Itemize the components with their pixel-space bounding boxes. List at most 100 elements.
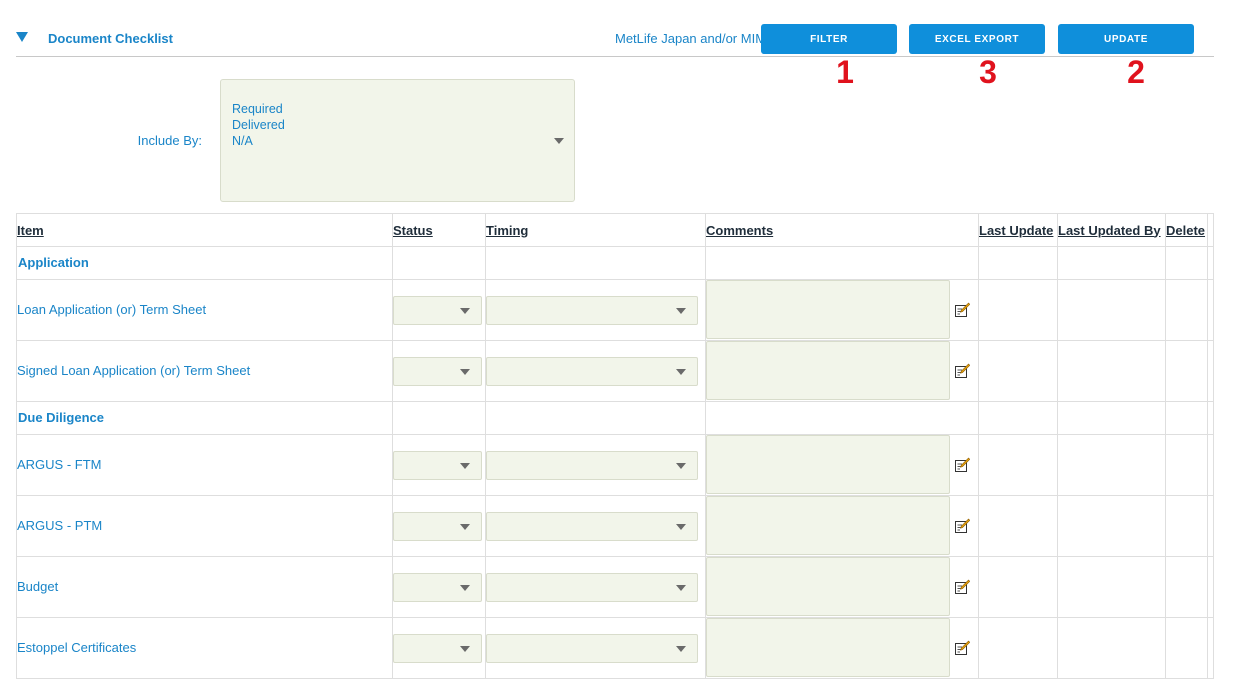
spacer-cell [1207,495,1214,557]
status-dropdown[interactable] [393,450,482,480]
caret-down-icon [676,307,686,314]
caret-down-icon [460,584,470,591]
item-name-link[interactable]: Budget [17,579,58,594]
group-cell: Due Diligence [16,401,393,435]
status-dropdown[interactable] [393,633,482,663]
delete-cell[interactable] [1165,434,1208,496]
delete-cell[interactable] [1165,556,1208,618]
comment-textarea[interactable] [706,435,950,494]
spacer-cell [1207,279,1214,341]
last-update-cell [978,340,1058,402]
annotation-marker-update: 2 [1127,54,1145,90]
collapse-triangle-icon[interactable] [16,32,28,42]
status-cell [392,340,486,402]
comments-cell [705,279,979,341]
comments-cell [705,495,979,557]
excel-export-button[interactable]: EXCEL EXPORT [909,24,1045,54]
last-updated-by-cell [1057,495,1166,557]
include-option-na[interactable]: N/A [232,134,253,148]
column-header-last-update[interactable]: Last Update [978,213,1058,247]
timing-dropdown[interactable] [486,295,698,325]
last-update-cell [978,434,1058,496]
column-header-delete[interactable]: Delete [1165,213,1208,247]
timing-cell [485,495,706,557]
annotation-marker-filter: 1 [836,54,854,90]
comment-textarea[interactable] [706,557,950,616]
group-cell: Application [16,246,393,280]
caret-down-icon [460,523,470,530]
edit-note-icon[interactable] [954,302,971,318]
column-header-last-updated-by[interactable]: Last Updated By [1057,213,1166,247]
edit-note-icon[interactable] [954,640,971,656]
timing-cell [485,279,706,341]
item-cell: Budget [16,556,393,618]
last-updated-by-cell [1057,434,1166,496]
comment-textarea[interactable] [706,341,950,400]
item-name-link[interactable]: ARGUS - FTM [17,457,102,472]
table-row: Estoppel Certificates [16,617,1214,679]
edit-note-icon[interactable] [954,457,971,473]
group-row: Application [16,246,1214,280]
caret-down-icon [676,462,686,469]
status-cell [392,495,486,557]
status-dropdown[interactable] [393,356,482,386]
column-header-status[interactable]: Status [392,213,486,247]
include-option-delivered[interactable]: Delivered [232,118,285,132]
delete-cell[interactable] [1165,279,1208,341]
table-row: Budget [16,556,1214,618]
last-updated-by-cell [1057,617,1166,679]
include-by-multiselect[interactable]: Required Delivered N/A [220,79,575,202]
caret-down-icon [676,368,686,375]
spacer-cell [1207,556,1214,618]
comment-textarea[interactable] [706,280,950,339]
edit-note-icon[interactable] [954,363,971,379]
annotation-marker-excel-export: 3 [979,54,997,90]
timing-cell [485,556,706,618]
item-name-link[interactable]: ARGUS - PTM [17,518,102,533]
update-button[interactable]: UPDATE [1058,24,1194,54]
caret-down-icon [676,523,686,530]
column-header-item[interactable]: Item [16,213,393,247]
comments-cell [705,617,979,679]
comment-textarea[interactable] [706,496,950,555]
timing-dropdown[interactable] [486,356,698,386]
caret-down-icon [676,584,686,591]
item-name-link[interactable]: Loan Application (or) Term Sheet [17,302,206,317]
caret-down-icon [676,645,686,652]
delete-cell[interactable] [1165,617,1208,679]
timing-dropdown[interactable] [486,633,698,663]
table-row: Loan Application (or) Term Sheet [16,279,1214,341]
last-update-cell [978,617,1058,679]
table-header-row: Item Status Timing Comments Last Update … [16,213,1214,247]
timing-dropdown[interactable] [486,450,698,480]
edit-note-icon[interactable] [954,579,971,595]
item-name-link[interactable]: Signed Loan Application (or) Term Sheet [17,363,250,378]
caret-down-icon[interactable] [554,138,564,144]
last-update-cell [978,279,1058,341]
status-dropdown[interactable] [393,511,482,541]
timing-dropdown[interactable] [486,511,698,541]
column-header-comments[interactable]: Comments [705,213,979,247]
table-body: Application Loan Application (or) Term Sh… [16,246,1214,679]
status-dropdown[interactable] [393,295,482,325]
section-title: Document Checklist [48,31,173,46]
column-header-timing[interactable]: Timing [485,213,706,247]
edit-note-icon[interactable] [954,518,971,534]
status-cell [392,434,486,496]
status-dropdown[interactable] [393,572,482,602]
caret-down-icon [460,307,470,314]
group-row: Due Diligence [16,401,1214,435]
comments-cell [705,434,979,496]
table-row: ARGUS - PTM [16,495,1214,557]
delete-cell[interactable] [1165,495,1208,557]
table-row: Signed Loan Application (or) Term Sheet [16,340,1214,402]
filter-button[interactable]: FILTER [761,24,897,54]
delete-cell[interactable] [1165,340,1208,402]
comment-textarea[interactable] [706,618,950,677]
item-cell: ARGUS - FTM [16,434,393,496]
item-name-link[interactable]: Estoppel Certificates [17,640,136,655]
timing-dropdown[interactable] [486,572,698,602]
group-name: Application [18,255,89,270]
spacer-cell [1207,617,1214,679]
include-option-required[interactable]: Required [232,102,283,116]
